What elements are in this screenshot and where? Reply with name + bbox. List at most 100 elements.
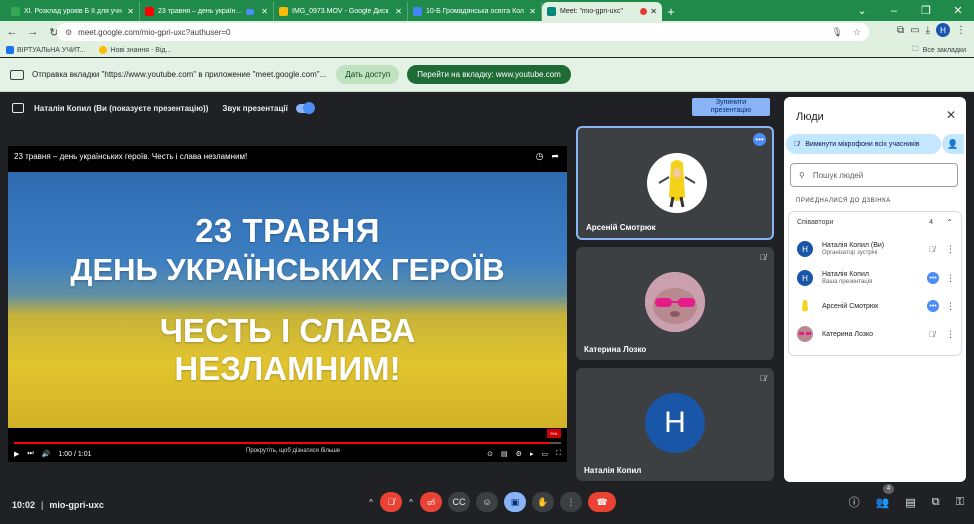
bookmark-item[interactable]: Нові знання - Від... [99,46,171,54]
forward-icon[interactable]: → [24,23,42,41]
more-vert-icon[interactable]: ⋮ [946,301,955,312]
close-panel-icon[interactable]: ✕ [946,108,956,122]
fullscreen-icon[interactable]: ⛶ [556,450,561,458]
menu-icon[interactable]: ⋮ [956,25,966,36]
host-controls-icon[interactable]: ⚿ [956,496,964,509]
sheets-icon [11,7,20,16]
more-vert-icon[interactable]: ⋮ [946,244,955,255]
back-icon[interactable]: ← [3,23,21,41]
download-icon[interactable]: ⤓ [926,25,930,36]
mute-all-button[interactable]: 🎙̸ Вимкнути мікрофони всіх учасників [786,134,941,154]
more-vert-icon[interactable]: ⋮ [946,329,955,340]
play-icon[interactable]: ▶ [14,450,19,458]
watch-later-icon[interactable]: ◷ [536,151,544,162]
maximize-icon[interactable]: ❐ [910,4,942,17]
stop-presenting-button[interactable]: Зупинити презентацію [692,98,770,116]
people-icon[interactable]: 👥 [876,496,890,509]
settings-icon[interactable]: ⚙ [516,450,522,458]
participant-tile-natalia[interactable]: 🎙̸ H Наталія Копил [576,368,774,481]
microphone-icon[interactable]: 🎙 [831,27,842,38]
participant-name: Арсеній Смотрюк [586,223,656,232]
camera-toggle-button[interactable]: ▭̸ [420,492,442,512]
url-input[interactable]: ⚙ meet.google.com/mio-gpri-uxc?authuser=… [57,23,869,41]
close-tab-icon[interactable]: ✕ [650,7,657,16]
site-info-icon[interactable]: ⚙ [65,28,72,37]
participant-tile-kateryna[interactable]: 🎙̸ Катерина Лозко [576,247,774,360]
youtube-logo-icon[interactable]: ▸ [530,450,534,458]
present-button[interactable]: ▣ [504,492,526,512]
bookmark-star-icon[interactable]: ☆ [853,27,861,38]
autoplay-icon[interactable]: ⊙ [487,450,493,458]
recording-icon [640,8,648,15]
close-window-icon[interactable]: ✕ [942,4,974,17]
reactions-button[interactable]: ☺ [476,492,498,512]
list-item[interactable]: Арсеній Смотрюк ••• ⋮ [797,294,957,318]
captions-button[interactable]: CC [448,492,470,512]
list-item[interactable]: H Наталія Копил Ваша презентація ••• ⋮ [797,266,957,290]
youtube-icon [145,7,154,16]
close-tab-icon[interactable]: ✕ [127,7,134,16]
close-tab-icon[interactable]: ✕ [395,7,402,16]
mic-off-icon[interactable]: 🎙̸ [929,245,935,254]
stop-label-line1: Зупинити [715,99,747,106]
allow-access-button[interactable]: Дать доступ [336,65,400,84]
group-header[interactable]: Співавтори 4 ⌃ [789,212,961,232]
activities-icon[interactable]: ⧉ [932,496,940,509]
cast-icon[interactable]: ▭ [541,450,548,458]
participant-tile-arsenii[interactable]: ••• Арсеній Смотрюк [576,126,774,240]
list-item[interactable]: H Наталія Копил (Ви) Організатор зустріч… [797,237,957,261]
tab-label: XI. Розклад уроків Б ІІ для учн [24,8,122,15]
info-icon[interactable]: ⓘ [849,494,860,510]
add-people-icon[interactable]: 👤 [942,134,964,154]
sidebar-icon[interactable]: ▭ [910,25,919,36]
section-label: ПРИЄДНАЛИСЯ ДО ДЗВІНКА [796,198,891,204]
more-options-icon[interactable]: ••• [753,133,766,146]
volume-icon[interactable]: 🔊 [42,450,51,458]
cat-photo-icon [799,332,811,335]
more-vert-icon[interactable]: ⋮ [946,273,955,284]
video-top-icons: ◷ ➦ [536,151,559,162]
chevron-up-icon[interactable]: ⌃ [946,218,953,227]
banana-costume-icon [658,160,696,208]
bookmark-item[interactable]: ВІРТУАЛЬНА УЧИТ... [6,46,85,54]
list-item[interactable]: Катерина Лозко 🎙̸ ⋮ [797,322,957,346]
browser-tab-youtube[interactable]: 23 травня – день українськ ✕ [140,2,274,21]
subtitles-icon[interactable]: ▤ [501,450,508,458]
all-bookmarks[interactable]: 🗀 Все закладки [912,45,966,56]
lightbulb-icon [99,46,108,54]
switch-tab-button[interactable]: Перейти на вкладку: www.youtube.com [407,65,571,84]
muted-mic-icon: 🎙̸ [760,374,766,383]
browser-tab-schedule[interactable]: XI. Розклад уроків Б ІІ для учн ✕ [6,2,140,21]
avatar-cat [645,272,705,332]
extensions-icon[interactable]: ⧉ [897,25,904,36]
presented-video[interactable]: 23 травня – день українських героїв. Чес… [8,146,567,462]
profile-avatar[interactable]: H [936,23,950,37]
leave-call-button[interactable]: ☎ [588,492,616,512]
close-tab-icon[interactable]: ✕ [261,7,268,16]
presentation-sound-toggle[interactable] [295,101,315,114]
muted-mic-icon: 🎙̸ [760,253,766,262]
avatar-banana [797,298,813,314]
browser-tab-meet[interactable]: Meet: "mio-gpri-uxc" ✕ [542,2,662,21]
chevron-up-icon[interactable]: ^ [408,498,414,507]
meet-bottom-bar: 10:02 | mio-gpri-uxc ^ 🎙̸ ^ ▭̸ CC ☺ ▣ ✋ … [0,484,974,520]
tab-search-icon[interactable]: ⌄ [846,4,878,17]
chevron-up-icon[interactable]: ^ [368,498,374,507]
minimize-icon[interactable]: – [878,5,910,17]
close-tab-icon[interactable]: ✕ [529,7,536,16]
scroll-hint: Прокрутіть, щоб дізнатися більше [246,448,341,454]
share-icon[interactable]: ➦ [551,151,559,162]
raise-hand-button[interactable]: ✋ [532,492,554,512]
browser-tab-classroom[interactable]: 10-Б Громадянська освіта Кол ✕ [408,2,542,21]
search-people-input[interactable]: ⚲ Пошук людей [790,163,958,187]
browser-tab-drive[interactable]: IMG_0973.MOV - Google Диск ✕ [274,2,408,21]
mic-off-icon[interactable]: 🎙̸ [929,330,935,339]
chat-icon[interactable]: ▤ [905,496,915,509]
mic-toggle-button[interactable]: 🎙̸ [380,492,402,512]
video-progress-bar[interactable] [14,442,561,444]
new-tab-button[interactable]: + [662,2,680,21]
next-icon[interactable]: ⏭ [27,450,33,458]
meet-icon [547,7,556,16]
more-options-button[interactable]: ⋮ [560,492,582,512]
drive-icon [279,7,288,16]
